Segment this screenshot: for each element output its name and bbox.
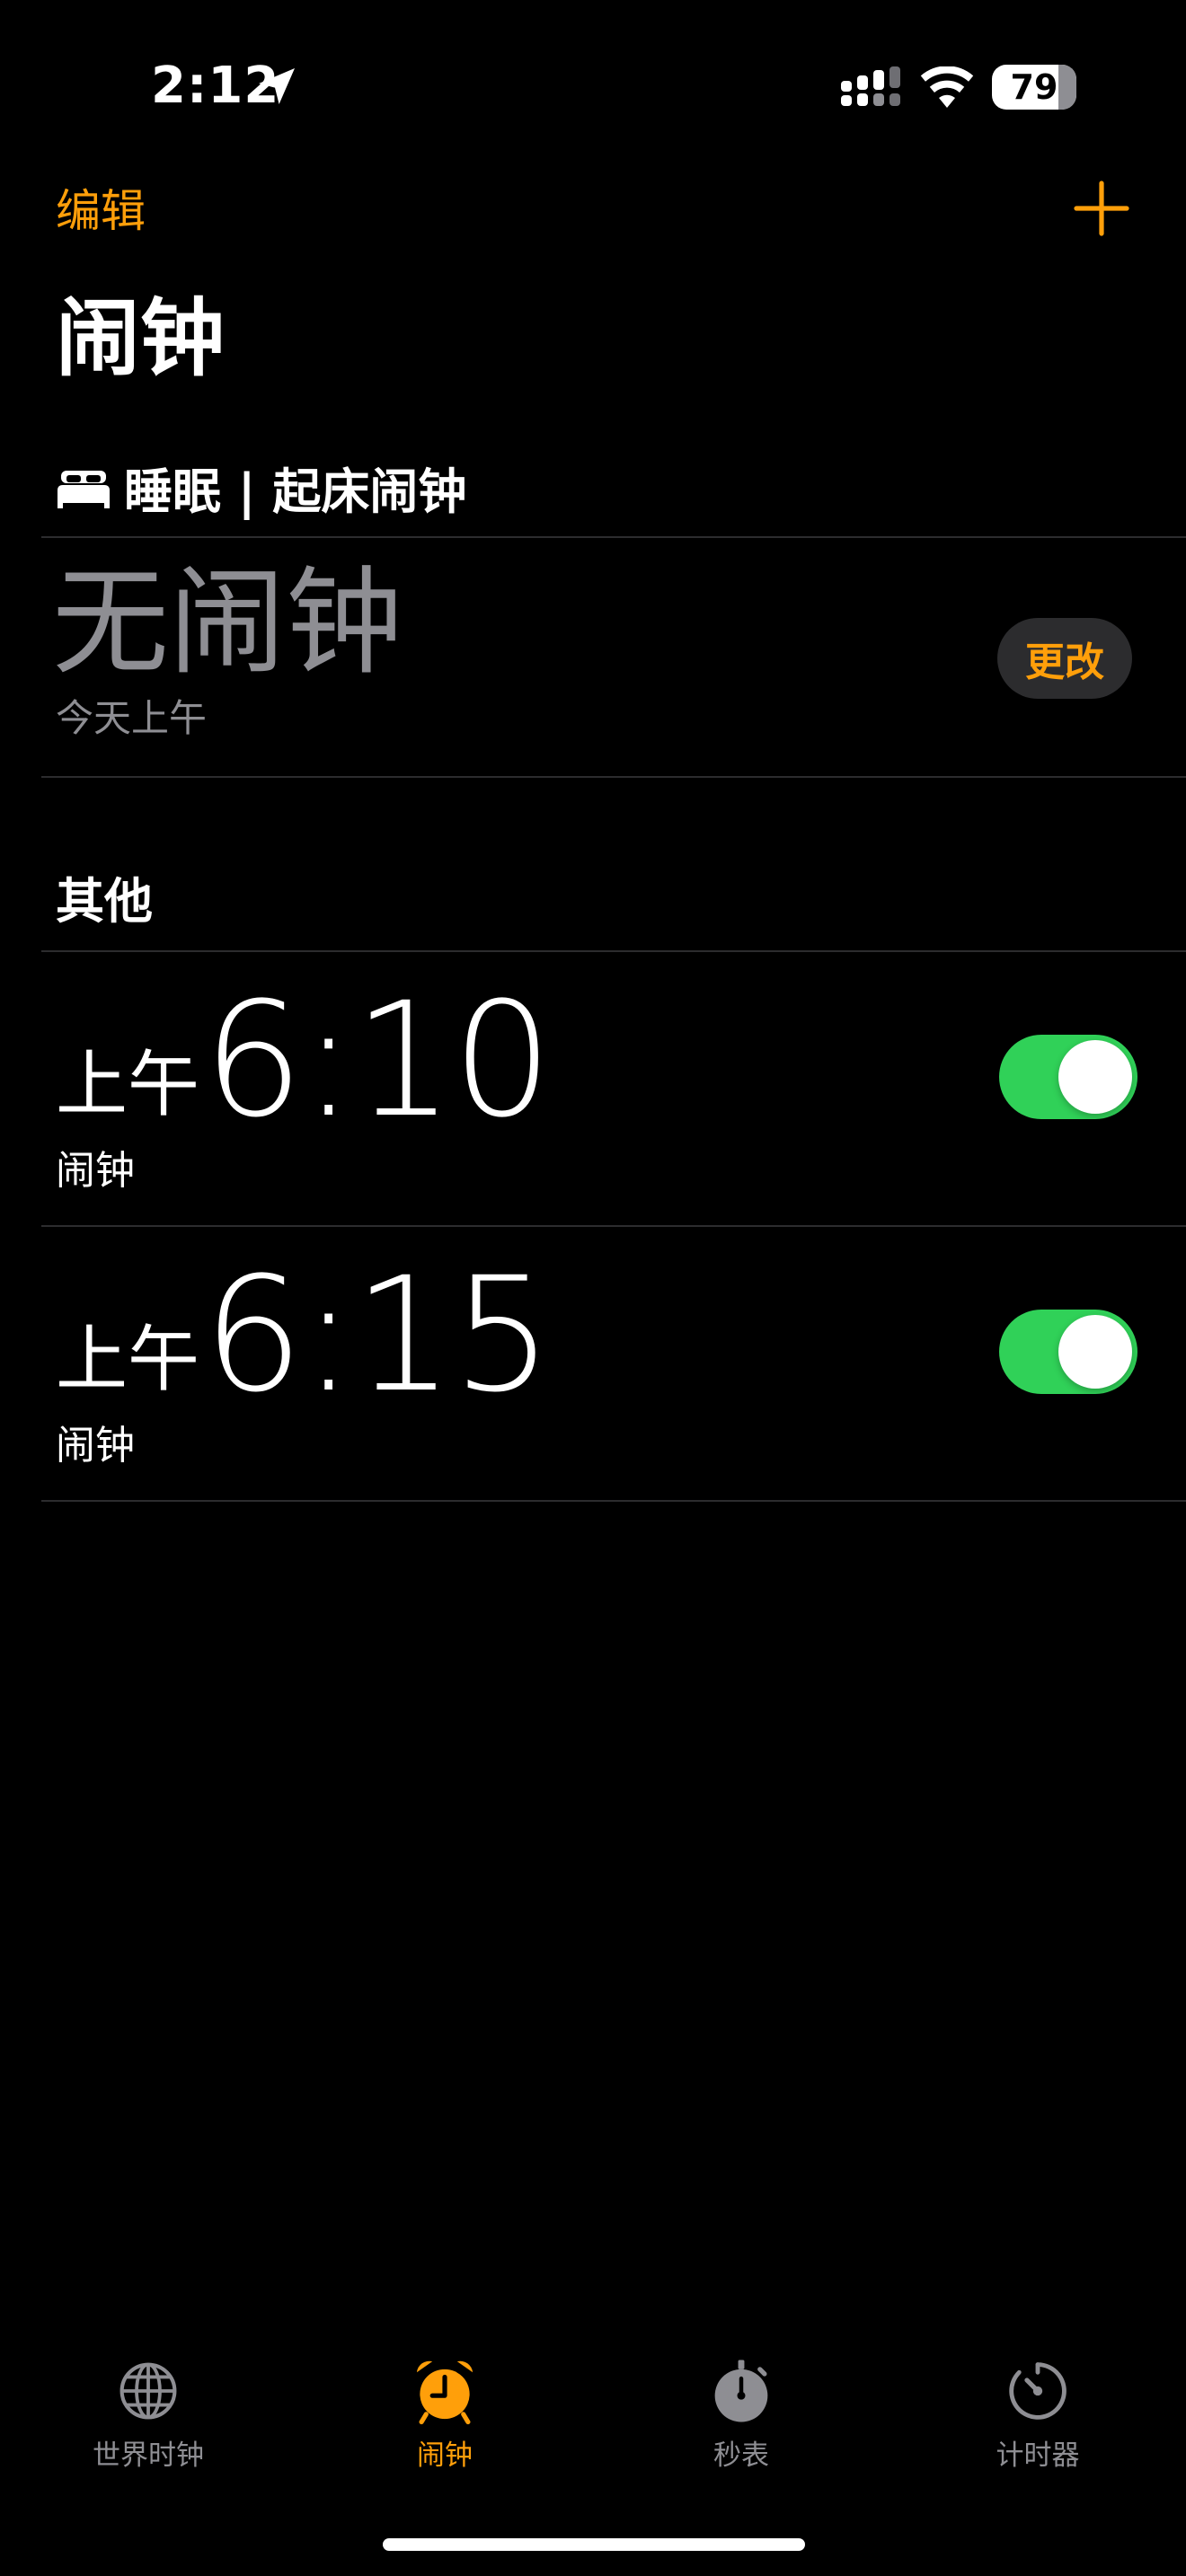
alarm-clock-icon [416, 2360, 474, 2425]
wifi-icon [920, 66, 974, 108]
tab-label: 计时器 [996, 2439, 1080, 2472]
plus-icon[interactable] [1073, 180, 1130, 237]
tab-alarm[interactable]: 闹钟 [328, 2353, 562, 2488]
alarm-time: 6:10 [203, 968, 553, 1152]
tab-label: 秒表 [713, 2439, 769, 2472]
cellular-signal-icon [841, 66, 900, 106]
alarm-label: 闹钟 [56, 1148, 135, 1194]
sleep-section-title: 睡眠 | 起床闹钟 [124, 463, 467, 520]
alarm-toggle[interactable] [999, 1035, 1137, 1119]
toggle-knob [1058, 1040, 1132, 1114]
divider [41, 776, 1186, 778]
toggle-knob [1058, 1315, 1132, 1389]
battery-icon: 79 [992, 65, 1076, 110]
stopwatch-icon [714, 2360, 768, 2422]
alarm-row[interactable]: 上午 6:10 闹钟 [0, 954, 1186, 1227]
home-indicator[interactable] [383, 2538, 805, 2551]
no-alarm-text: 无闹钟 [52, 554, 403, 691]
divider [41, 536, 1186, 538]
globe-icon [119, 2362, 177, 2420]
timer-icon [1009, 2362, 1067, 2420]
divider [41, 1225, 1186, 1227]
bed-icon [58, 471, 110, 508]
alarm-row[interactable]: 上午 6:15 闹钟 [0, 1229, 1186, 1502]
tab-stopwatch[interactable]: 秒表 [624, 2353, 858, 2488]
alarm-label: 闹钟 [56, 1423, 135, 1469]
page-title: 闹钟 [56, 290, 226, 388]
tab-label: 世界时钟 [93, 2439, 204, 2472]
alarm-period: 上午 [56, 1318, 199, 1401]
battery-level-text: 79 [1010, 67, 1058, 107]
divider [41, 950, 1186, 952]
edit-button[interactable]: 编辑 [56, 180, 146, 243]
sleep-subtitle: 今天上午 [56, 696, 208, 740]
tab-world-clock[interactable]: 世界时钟 [31, 2353, 265, 2488]
divider [41, 1500, 1186, 1502]
alarm-toggle[interactable] [999, 1310, 1137, 1394]
tab-timer[interactable]: 计时器 [921, 2353, 1155, 2488]
battery-tip [1071, 79, 1076, 95]
tab-label: 闹钟 [417, 2439, 473, 2472]
location-arrow-icon [259, 68, 295, 104]
other-section-header: 其他 [56, 873, 153, 930]
change-button[interactable]: 更改 [997, 618, 1132, 699]
alarm-period: 上午 [56, 1043, 199, 1126]
alarm-time: 6:15 [203, 1243, 553, 1427]
